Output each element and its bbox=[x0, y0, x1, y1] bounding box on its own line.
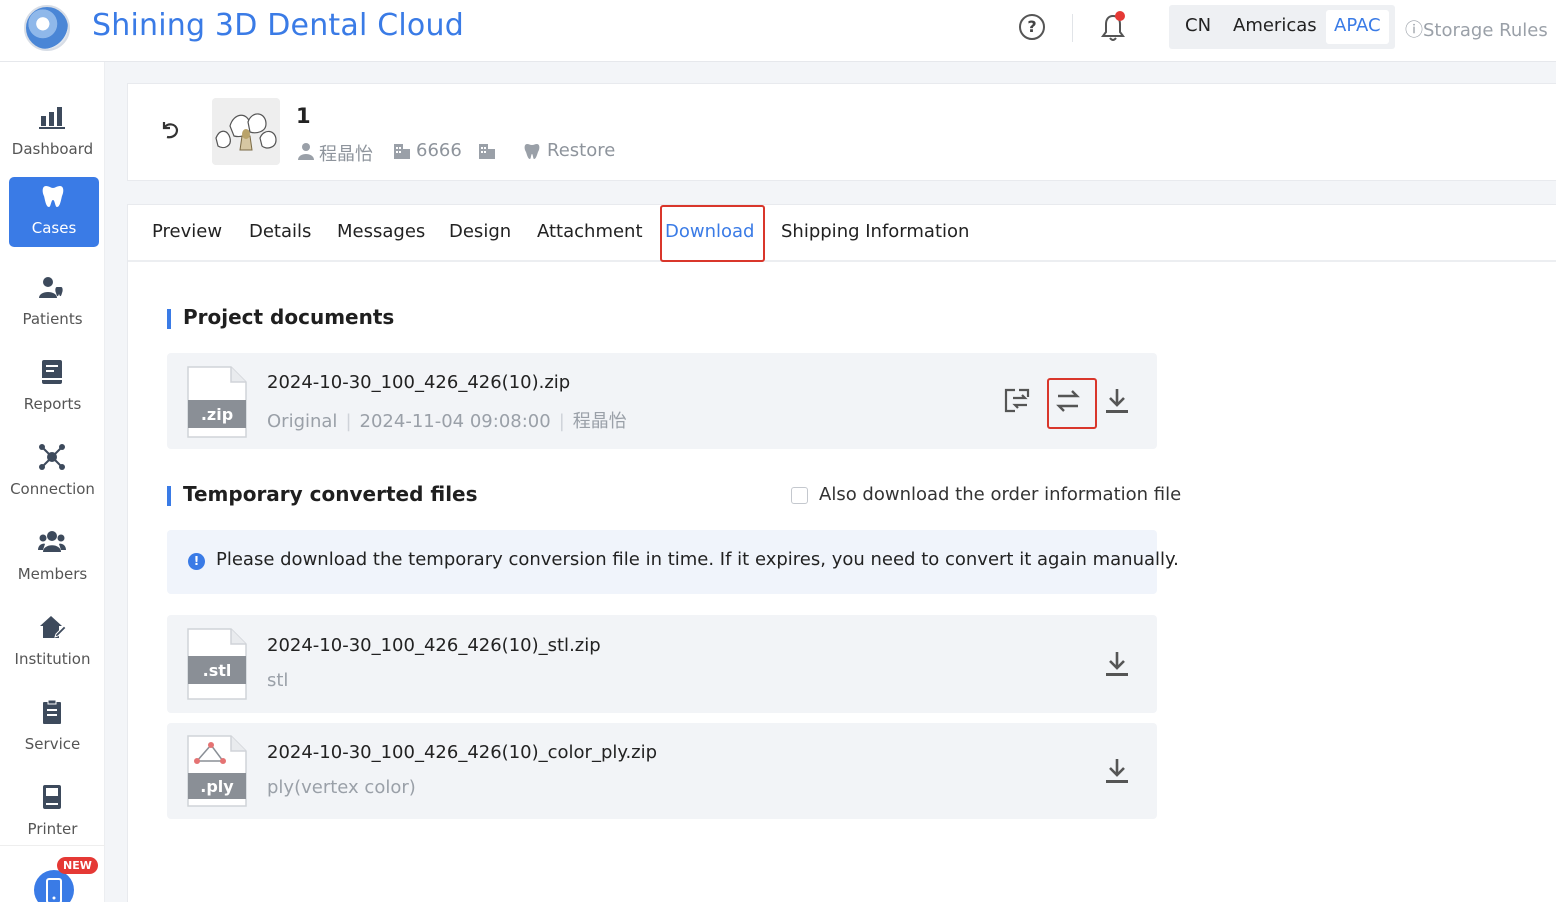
region-cn[interactable]: CN bbox=[1177, 10, 1219, 44]
sidebar-item-label: Reports bbox=[23, 395, 82, 413]
sidebar-item-service[interactable]: Service bbox=[0, 693, 105, 763]
tab-details[interactable]: Details bbox=[249, 221, 311, 242]
storage-rules-label: Storage Rules bbox=[1423, 20, 1548, 41]
tooth-icon bbox=[524, 144, 540, 159]
file-author: 程晶怡 bbox=[572, 411, 627, 432]
download-icon[interactable] bbox=[1103, 650, 1131, 678]
case-patient: 程晶怡 bbox=[319, 144, 373, 165]
region-americas[interactable]: Americas bbox=[1225, 10, 1325, 44]
file-ext: .ply bbox=[200, 777, 234, 796]
sidebar-item-members[interactable]: Members bbox=[0, 523, 105, 593]
sidebar-item-cases[interactable]: Cases bbox=[9, 177, 99, 247]
file-ext: .zip bbox=[201, 405, 233, 424]
sidebar-item-dashboard[interactable]: Dashboard bbox=[0, 98, 105, 168]
tabs-underline bbox=[128, 260, 1556, 262]
sidebar-item-label: Dashboard bbox=[11, 140, 94, 158]
zip-file-icon: .zip bbox=[187, 366, 247, 438]
sidebar-item-printer[interactable]: Printer bbox=[0, 778, 105, 848]
teeth-model-image bbox=[212, 98, 280, 165]
section-marker bbox=[167, 486, 171, 506]
tab-preview[interactable]: Preview bbox=[152, 221, 222, 242]
sidebar-item-label: Service bbox=[24, 735, 81, 753]
tab-download-highlight bbox=[660, 205, 765, 262]
institution-icon bbox=[40, 616, 66, 638]
app-title: Shining 3D Dental Cloud bbox=[92, 8, 464, 43]
section-marker bbox=[167, 309, 171, 329]
order-info-checkbox[interactable] bbox=[791, 487, 808, 504]
sidebar: Dashboard Cases Patients Reports Connect… bbox=[0, 62, 105, 902]
bar-chart-icon bbox=[39, 107, 65, 129]
clinic-icon bbox=[394, 144, 410, 159]
project-file-meta: Original | 2024-11-04 09:08:00 | 程晶怡 bbox=[267, 411, 627, 432]
ply-file-format: ply(vertex color) bbox=[267, 777, 416, 798]
printer-icon bbox=[43, 785, 61, 809]
lab-icon bbox=[479, 144, 495, 159]
sidebar-item-reports[interactable]: Reports bbox=[0, 353, 105, 423]
sidebar-item-label: Institution bbox=[14, 650, 91, 668]
notification-dot bbox=[1115, 11, 1125, 21]
connection-icon bbox=[39, 444, 65, 470]
stl-file-format: stl bbox=[267, 670, 289, 691]
app-logo[interactable] bbox=[24, 5, 70, 51]
case-code: 6666 bbox=[416, 140, 462, 161]
converted-file-row bbox=[167, 723, 1157, 819]
back-icon[interactable] bbox=[158, 117, 182, 141]
members-icon bbox=[38, 531, 66, 552]
mobile-app-button[interactable] bbox=[34, 870, 74, 902]
download-icon[interactable] bbox=[1103, 387, 1131, 415]
notice-text: Please download the temporary conversion… bbox=[216, 549, 1179, 570]
help-icon[interactable]: ? bbox=[1019, 14, 1045, 40]
tab-shipping-information[interactable]: Shipping Information bbox=[781, 221, 969, 242]
order-info-checkbox-label[interactable]: Also download the order information file bbox=[819, 484, 1181, 505]
file-ext: .stl bbox=[203, 661, 232, 680]
case-name: 1 bbox=[296, 104, 311, 128]
tab-design[interactable]: Design bbox=[449, 221, 511, 242]
tab-messages[interactable]: Messages bbox=[337, 221, 425, 242]
project-documents-title: Project documents bbox=[183, 305, 395, 329]
stl-file-name: 2024-10-30_100_426_426(10)_stl.zip bbox=[267, 635, 601, 656]
mobile-phone-icon bbox=[46, 878, 62, 902]
header-divider bbox=[1072, 14, 1073, 42]
storage-rules-link[interactable]: ⓘStorage Rules bbox=[1405, 16, 1548, 42]
sidebar-item-label: Members bbox=[17, 565, 88, 583]
convert-button-highlight bbox=[1047, 378, 1097, 429]
project-file-name: 2024-10-30_100_426_426(10).zip bbox=[267, 372, 571, 393]
file-kind: Original bbox=[267, 411, 338, 432]
sidebar-item-patients[interactable]: Patients bbox=[0, 268, 105, 338]
case-header-card bbox=[127, 83, 1556, 181]
temporary-files-title: Temporary converted files bbox=[183, 482, 478, 506]
converted-file-row bbox=[167, 615, 1157, 713]
patient-icon bbox=[39, 277, 63, 298]
sidebar-item-label: Cases bbox=[31, 219, 77, 237]
tab-attachment[interactable]: Attachment bbox=[537, 221, 643, 242]
sidebar-item-label: Patients bbox=[22, 310, 83, 328]
info-icon: ⓘ bbox=[1405, 20, 1423, 41]
download-icon[interactable] bbox=[1103, 757, 1131, 785]
top-header: Shining 3D Dental Cloud ? CN Americas AP… bbox=[0, 0, 1556, 62]
ply-file-name: 2024-10-30_100_426_426(10)_color_ply.zip bbox=[267, 742, 658, 763]
sidebar-divider bbox=[0, 845, 105, 846]
stl-file-icon: .stl bbox=[187, 628, 247, 700]
case-type: Restore bbox=[547, 140, 616, 161]
case-thumbnail[interactable] bbox=[212, 98, 280, 165]
new-badge: NEW bbox=[57, 857, 98, 874]
patient-icon bbox=[298, 143, 314, 160]
ply-file-icon: .ply bbox=[187, 735, 247, 807]
tooth-icon bbox=[42, 186, 64, 207]
sidebar-item-label: Printer bbox=[27, 820, 78, 838]
info-icon: ! bbox=[188, 553, 205, 570]
sidebar-item-connection[interactable]: Connection bbox=[0, 438, 105, 508]
open-in-viewer-icon[interactable] bbox=[1003, 387, 1031, 415]
service-icon bbox=[43, 699, 61, 724]
report-icon bbox=[42, 360, 62, 384]
region-apac[interactable]: APAC bbox=[1326, 10, 1389, 44]
sidebar-item-institution[interactable]: Institution bbox=[0, 608, 105, 678]
sidebar-item-label: Connection bbox=[10, 480, 95, 498]
file-date: 2024-11-04 09:08:00 bbox=[359, 411, 551, 432]
